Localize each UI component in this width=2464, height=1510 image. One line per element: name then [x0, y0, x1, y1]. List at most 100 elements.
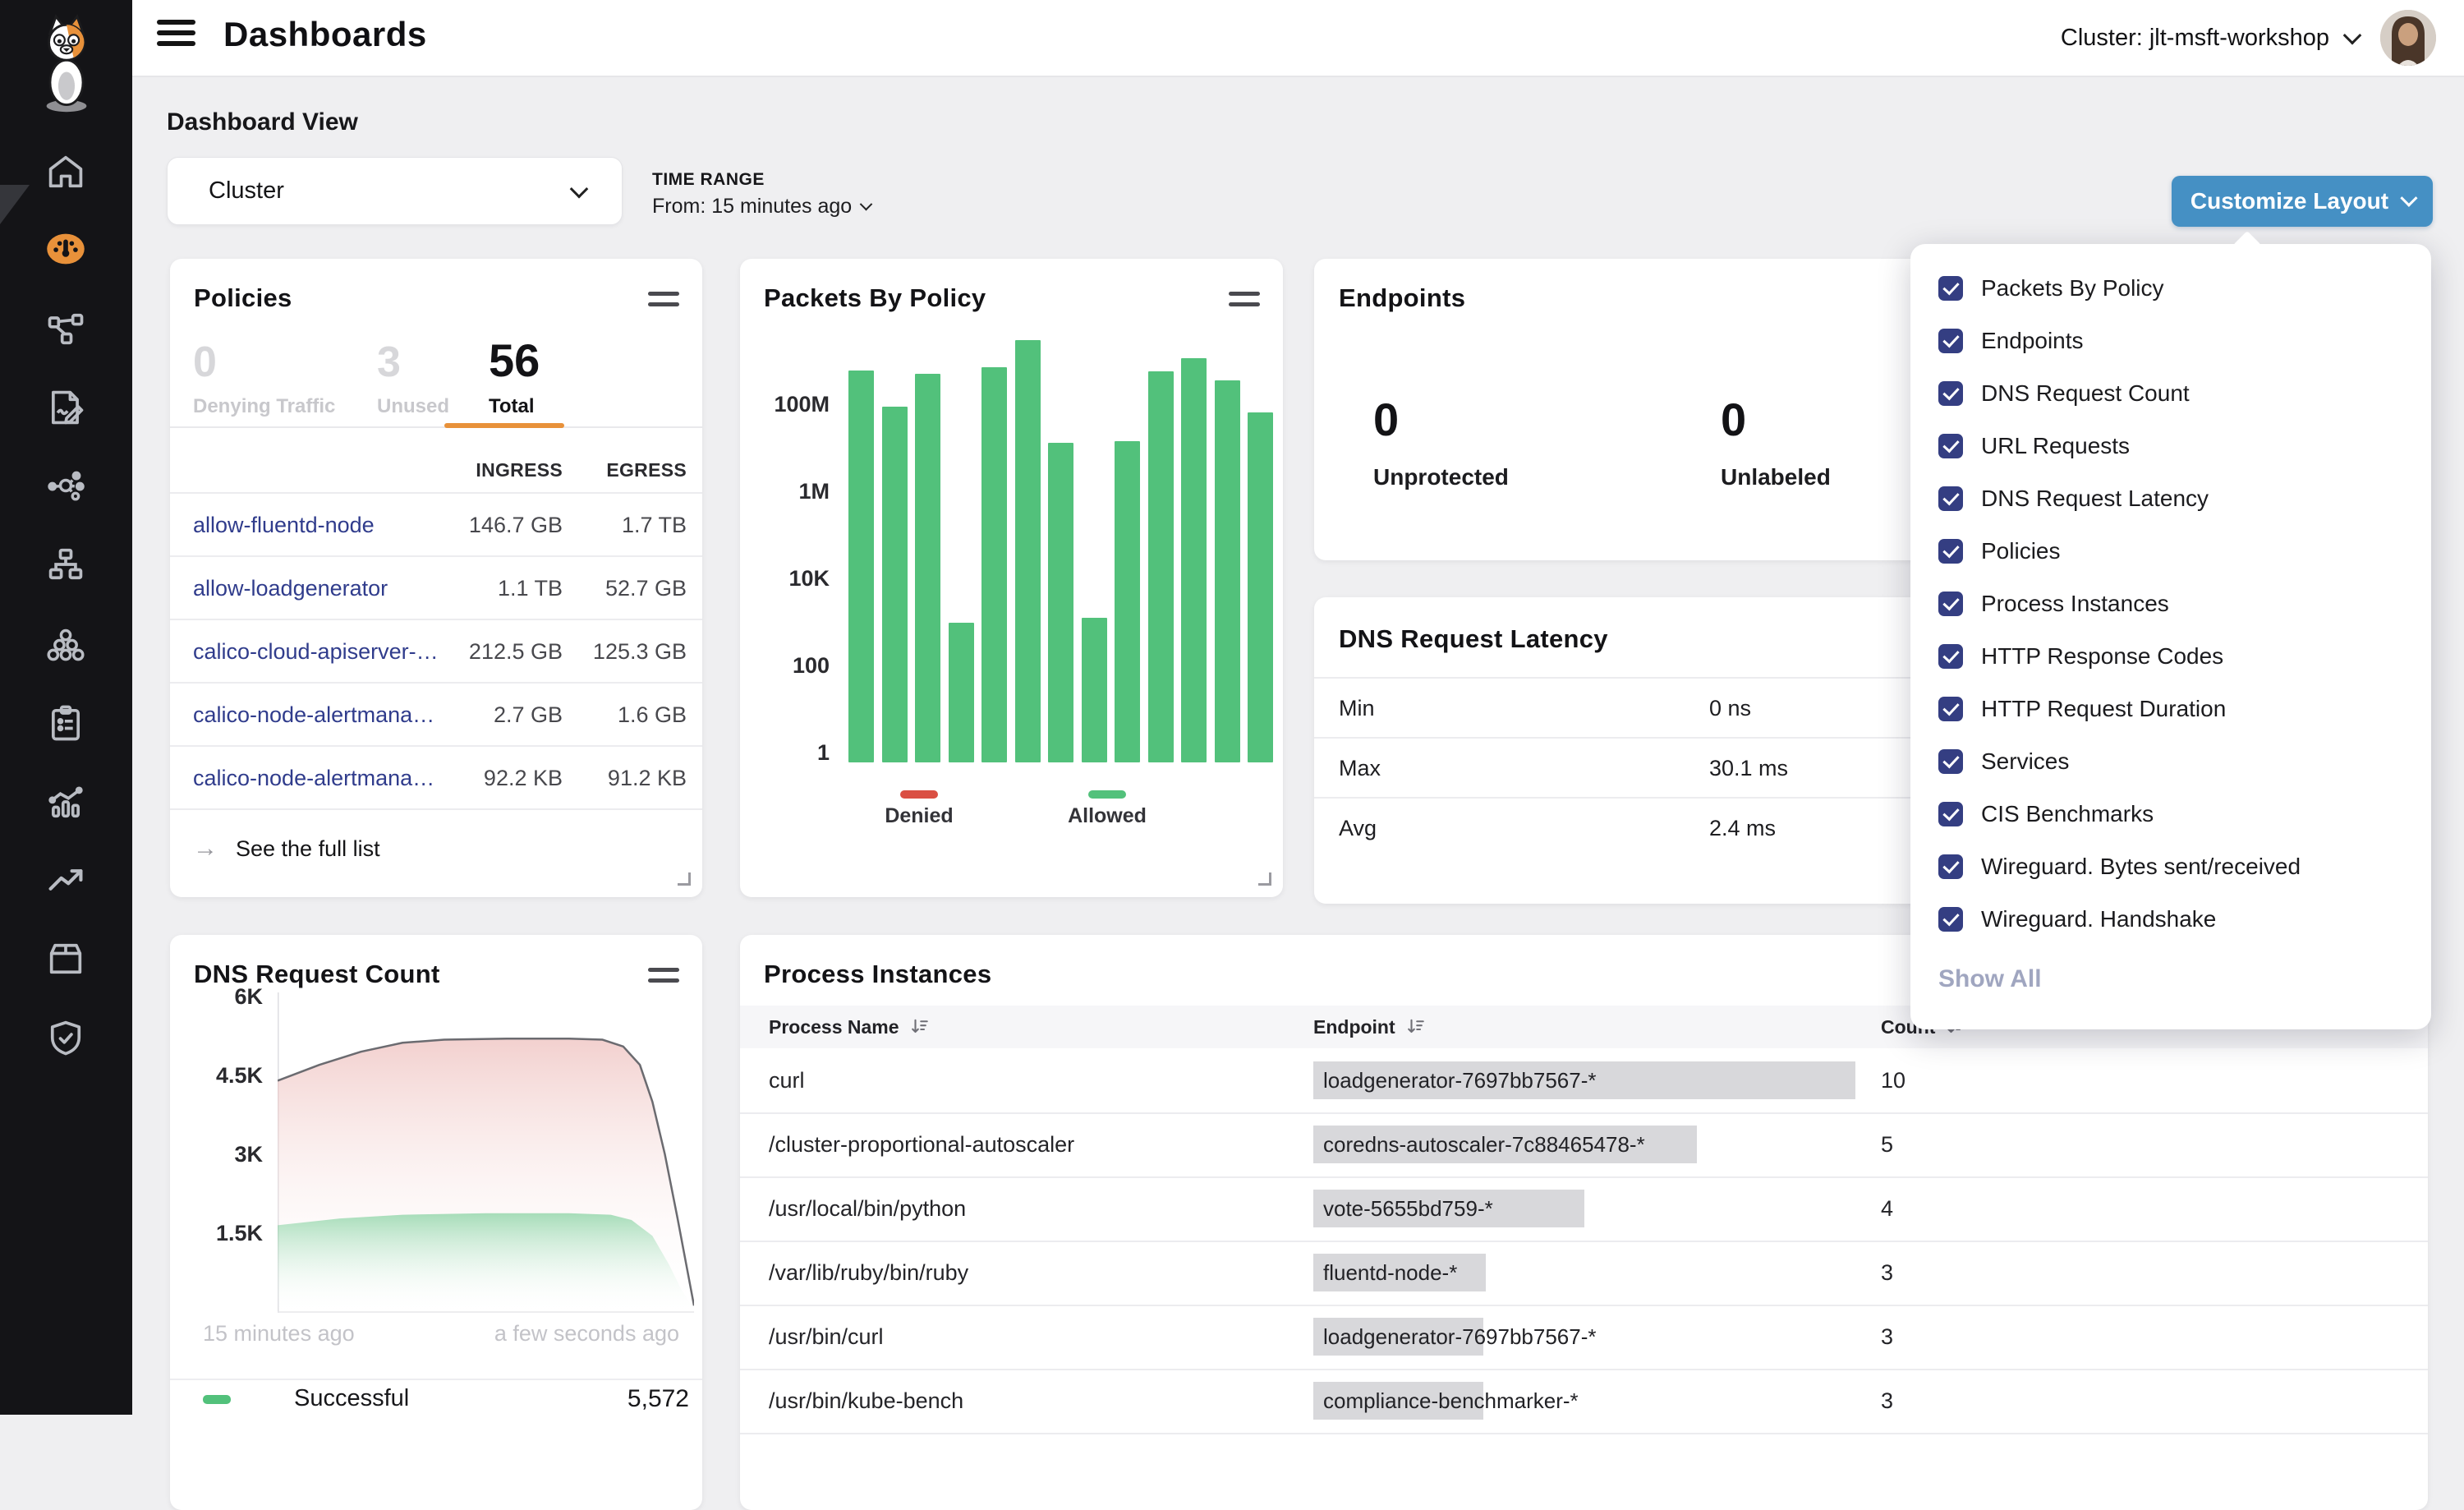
sidebar-item-threat-feeds[interactable]	[44, 859, 87, 901]
dashboard-view-select[interactable]: Cluster	[167, 157, 623, 225]
customize-layout-button[interactable]: Customize Layout	[2172, 176, 2433, 227]
sidebar-item-network-sets[interactable]	[44, 543, 87, 586]
policy-link[interactable]: allow-loadgenerator	[193, 557, 388, 620]
chevron-down-icon	[2343, 26, 2362, 45]
hamburger-menu-icon[interactable]	[157, 20, 195, 56]
table-row: /cluster-proportional-autoscaler coredns…	[740, 1112, 2428, 1178]
endpoint-chip: coredns-autoscaler-7c88465478-*	[1313, 1126, 1697, 1163]
menu-item-checkbox[interactable]: DNS Request Count	[1938, 367, 2415, 420]
endpoint-chip: compliance-benchmarker-*	[1313, 1382, 1483, 1420]
active-nav-wedge	[0, 185, 30, 224]
checkbox-checked-icon[interactable]	[1938, 329, 1963, 353]
cluster-switcher[interactable]: Cluster: jlt-msft-workshop	[2061, 25, 2359, 52]
card-title: Endpoints	[1339, 283, 1465, 313]
policy-link[interactable]: calico-node-alertmana…	[193, 747, 434, 810]
menu-item-checkbox[interactable]: Process Instances	[1938, 578, 2415, 630]
endpoint-chip: vote-5655bd759-*	[1313, 1190, 1584, 1227]
drag-handle-icon[interactable]	[648, 292, 679, 313]
sidebar-item-home[interactable]	[44, 150, 87, 193]
card-footer: → See the full list	[170, 808, 702, 897]
sort-icon	[909, 1017, 929, 1037]
checkbox-checked-icon[interactable]	[1938, 802, 1963, 826]
menu-item-checkbox[interactable]: Endpoints	[1938, 315, 2415, 367]
checkbox-checked-icon[interactable]	[1938, 644, 1963, 669]
table-row: /usr/bin/kube-bench compliance-benchmark…	[740, 1369, 2428, 1434]
sidebar-item-image-assurance[interactable]	[44, 937, 87, 980]
policy-row: calico-node-alertmana… 92.2 KB 91.2 KB	[170, 745, 702, 810]
show-all-link[interactable]: Show All	[1938, 965, 2042, 993]
policy-link[interactable]: calico-cloud-apiserver-…	[193, 620, 439, 684]
checkbox-checked-icon[interactable]	[1938, 539, 1963, 564]
policies-tab-unused[interactable]: 3 Unused	[377, 341, 449, 418]
bar-allowed	[1115, 441, 1140, 762]
menu-item-checkbox[interactable]: Packets By Policy	[1938, 262, 2415, 315]
policy-link[interactable]: allow-fluentd-node	[193, 494, 375, 557]
legend-value-successful: 5,572	[627, 1385, 689, 1413]
y-tick-label: 3K	[170, 1142, 263, 1167]
time-range-picker[interactable]: From: 15 minutes ago	[652, 195, 871, 219]
sidebar-item-security-events[interactable]	[44, 1016, 87, 1059]
menu-item-checkbox[interactable]: Policies	[1938, 525, 2415, 578]
sidebar-item-endpoints[interactable]	[44, 464, 87, 507]
card-title: Process Instances	[764, 960, 991, 989]
checkbox-checked-icon[interactable]	[1938, 381, 1963, 406]
menu-item-checkbox[interactable]: Wireguard. Handshake	[1938, 893, 2415, 946]
menu-item-checkbox[interactable]: DNS Request Latency	[1938, 472, 2415, 525]
bar-allowed	[882, 407, 908, 762]
card-title: DNS Request Latency	[1339, 624, 1608, 654]
checkbox-checked-icon[interactable]	[1938, 486, 1963, 511]
bar-allowed	[981, 367, 1007, 762]
y-tick-label: 100M	[740, 392, 830, 417]
divider	[170, 426, 702, 428]
checkbox-checked-icon[interactable]	[1938, 749, 1963, 774]
menu-item-checkbox[interactable]: CIS Benchmarks	[1938, 788, 2415, 840]
menu-item-checkbox[interactable]: URL Requests	[1938, 420, 2415, 472]
sidebar-item-service-graph[interactable]	[44, 307, 87, 350]
unprotected-label: Unprotected	[1373, 464, 1509, 490]
menu-item-checkbox[interactable]: Wireguard. Bytes sent/received	[1938, 840, 2415, 893]
checkbox-checked-icon[interactable]	[1938, 854, 1963, 879]
arrow-right-icon: →	[193, 835, 218, 863]
sidebar-item-dashboards-active[interactable]	[44, 228, 87, 270]
bar-allowed	[915, 374, 940, 762]
y-tick-label: 6K	[170, 984, 263, 1010]
unlabeled-label: Unlabeled	[1721, 464, 1831, 490]
see-full-list-link[interactable]: → See the full list	[193, 835, 380, 863]
policy-link[interactable]: calico-node-alertmana…	[193, 684, 434, 747]
menu-item-label: DNS Request Count	[1981, 380, 2190, 407]
user-avatar[interactable]	[2380, 10, 2436, 66]
menu-item-checkbox[interactable]: Services	[1938, 735, 2415, 788]
sidebar-item-policies[interactable]	[44, 386, 87, 429]
checkbox-checked-icon[interactable]	[1938, 434, 1963, 458]
endpoint-chip: loadgenerator-7697bb7567-*	[1313, 1318, 1483, 1356]
policies-tab-total[interactable]: 56 Total	[489, 338, 540, 418]
sidebar-item-compliance-reports[interactable]	[44, 702, 87, 744]
menu-item-checkbox[interactable]: HTTP Response Codes	[1938, 630, 2415, 683]
bar-allowed	[848, 371, 874, 762]
sidebar-item-activity[interactable]	[44, 780, 87, 823]
column-header-endpoint[interactable]: Endpoint	[1313, 1006, 1425, 1048]
column-header-process-name[interactable]: Process Name	[769, 1006, 929, 1048]
drag-handle-icon[interactable]	[648, 968, 679, 989]
checkbox-checked-icon[interactable]	[1938, 697, 1963, 721]
customize-layout-menu: Packets By Policy Endpoints DNS Request Co…	[1910, 244, 2431, 1029]
checkbox-checked-icon[interactable]	[1938, 592, 1963, 616]
resize-handle[interactable]	[678, 872, 691, 886]
checkbox-checked-icon[interactable]	[1938, 276, 1963, 301]
menu-item-label: Packets By Policy	[1981, 275, 2164, 302]
y-tick-label: 100	[740, 653, 830, 679]
endpoint-chip: loadgenerator-7697bb7567-*	[1313, 1061, 1855, 1099]
menu-notch	[2233, 231, 2261, 259]
sidebar-item-managed-clusters[interactable]	[44, 623, 87, 665]
menu-item-checkbox[interactable]: HTTP Request Duration	[1938, 683, 2415, 735]
topbar: Dashboards Cluster: jlt-msft-workshop	[132, 0, 2464, 77]
drag-handle-icon[interactable]	[1229, 292, 1260, 313]
checkbox-checked-icon[interactable]	[1938, 907, 1963, 932]
calico-cat-logo[interactable]	[31, 12, 102, 113]
bar-allowed	[1048, 443, 1073, 762]
policy-row: calico-cloud-apiserver-… 212.5 GB 125.3 …	[170, 619, 702, 684]
policies-card: Policies 0 Denying Traffic 3 Unused 56 T…	[170, 259, 702, 897]
resize-handle[interactable]	[1258, 872, 1271, 886]
bar-allowed	[1215, 380, 1240, 762]
policies-tab-denying[interactable]: 0 Denying Traffic	[193, 341, 335, 418]
